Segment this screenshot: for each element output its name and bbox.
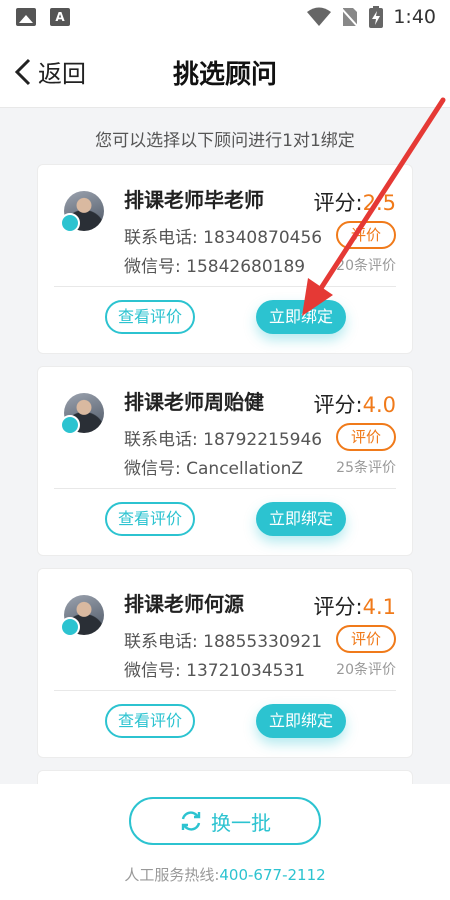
score-value: 4.0 xyxy=(362,393,396,417)
phone-text: 联系电话: 18792215946 xyxy=(124,430,323,450)
hint-text: 您可以选择以下顾问进行1对1绑定 xyxy=(95,131,355,151)
battery-charging-icon xyxy=(369,6,384,28)
a-font-icon: A xyxy=(50,8,70,26)
bottom-bar: 换一批 人工服务热线:400-677-2112 xyxy=(0,784,450,900)
view-reviews-button[interactable]: 查看评价 xyxy=(105,704,195,738)
hotline-number[interactable]: 400-677-2112 xyxy=(219,866,325,884)
view-reviews-button[interactable]: 查看评价 xyxy=(105,502,195,536)
wechat-text: 微信号: 15842680189 xyxy=(124,257,306,277)
wifi-icon xyxy=(307,7,332,26)
hotline-label: 人工服务热线: xyxy=(124,866,220,884)
eval-tag: 评价 xyxy=(336,423,396,451)
score: 评分:4.1 xyxy=(314,591,396,621)
score-value: 2.5 xyxy=(362,191,396,215)
advisor-list[interactable]: 您可以选择以下顾问进行1对1绑定 排课老师毕老师 评分:2.5 联系电话: 18… xyxy=(0,108,450,784)
score-label: 评分: xyxy=(313,393,363,417)
hotline: 人工服务热线:400-677-2112 xyxy=(0,864,450,885)
refresh-button[interactable]: 换一批 xyxy=(129,797,321,845)
badge-icon xyxy=(60,617,80,637)
no-sim-icon xyxy=(341,7,360,28)
advisor-card: 排课老师毕老师 评分:2.5 联系电话: 18340870456 微信号: 15… xyxy=(37,164,413,354)
divider xyxy=(54,690,396,691)
nav-bar: 返回 挑选顾问 xyxy=(0,36,450,108)
divider xyxy=(54,488,396,489)
score: 评分:4.0 xyxy=(314,389,396,419)
eval-count: 25条评价 xyxy=(336,460,396,476)
divider xyxy=(54,286,396,287)
avatar xyxy=(60,595,104,639)
bind-button[interactable]: 立即绑定 xyxy=(256,704,346,738)
eval-tag: 评价 xyxy=(336,625,396,653)
phone-text: 联系电话: 18340870456 xyxy=(124,228,323,248)
bind-button[interactable]: 立即绑定 xyxy=(256,502,346,536)
score-label: 评分: xyxy=(313,191,363,215)
refresh-icon xyxy=(181,811,201,831)
phone-text: 联系电话: 18855330921 xyxy=(124,632,323,652)
eval-tag: 评价 xyxy=(336,221,396,249)
status-bar: A 1:40 xyxy=(0,0,450,36)
eval-count: 20条评价 xyxy=(336,258,396,274)
advisor-card: 排课老师何源 评分:4.1 联系电话: 18855330921 微信号: 137… xyxy=(37,568,413,758)
avatar xyxy=(60,191,104,235)
refresh-label: 换一批 xyxy=(211,810,271,835)
badge-icon xyxy=(60,213,80,233)
wechat-text: 微信号: CancellationZ xyxy=(124,459,304,479)
page-title: 挑选顾问 xyxy=(172,60,277,90)
advisor-name: 排课老师毕老师 xyxy=(124,188,264,212)
advisor-name: 排课老师周贻健 xyxy=(124,390,264,414)
wechat-text: 微信号: 13721034531 xyxy=(124,661,306,681)
score-label: 评分: xyxy=(313,595,363,619)
advisor-card: 排课老师周贻健 评分:4.0 联系电话: 18792215946 微信号: Ca… xyxy=(37,366,413,556)
clock: 1:40 xyxy=(393,6,436,28)
score-value: 4.1 xyxy=(362,595,396,619)
image-icon xyxy=(16,8,36,26)
eval-count: 20条评价 xyxy=(336,662,396,678)
advisor-card-partial xyxy=(37,770,413,784)
bind-button[interactable]: 立即绑定 xyxy=(256,300,346,334)
avatar xyxy=(60,393,104,437)
advisor-name: 排课老师何源 xyxy=(124,592,244,616)
badge-icon xyxy=(60,415,80,435)
score: 评分:2.5 xyxy=(314,187,396,217)
view-reviews-button[interactable]: 查看评价 xyxy=(105,300,195,334)
